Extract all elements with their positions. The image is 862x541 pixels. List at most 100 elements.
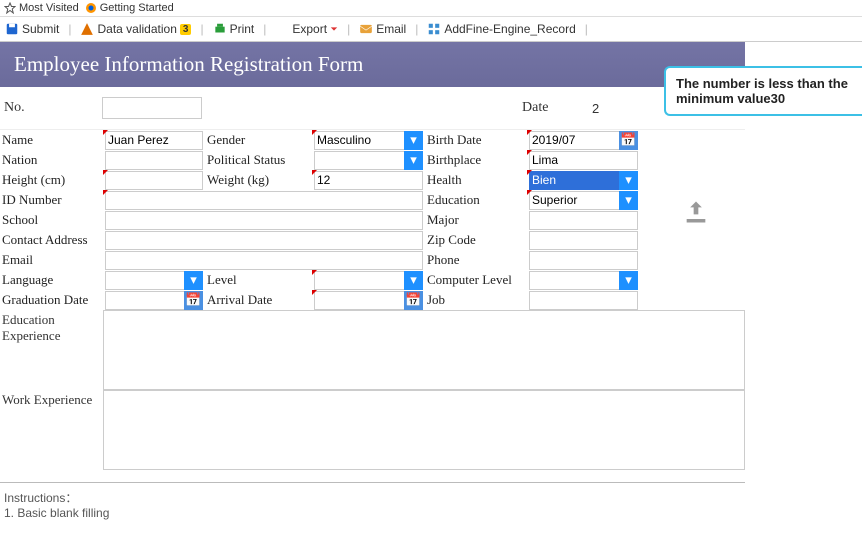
nation-input[interactable] [105,151,203,170]
toolbar-label: Email [376,22,406,36]
name-input[interactable] [105,131,203,150]
no-label: No. [4,100,102,116]
form-grid: Name Gender ▾ Birth Date 📅 Nation Politi… [0,130,745,310]
birthplace-label: Birthplace [425,150,527,170]
separator: | [411,22,422,36]
school-input[interactable] [105,211,423,230]
education-experience-label: Education Experience [0,310,103,390]
education-experience-row: Education Experience [0,310,745,390]
export-button[interactable]: Export [272,21,341,37]
birthdate-input[interactable] [529,131,619,150]
bookmark-most-visited[interactable]: Most Visited [4,2,79,14]
arrival-date-input[interactable] [314,291,404,310]
nation-label: Nation [0,150,103,170]
work-experience-input[interactable] [103,390,745,470]
email-input[interactable] [105,251,423,270]
toolbar-label: Print [230,22,255,36]
birthdate-label: Birth Date [425,130,527,150]
calendar-icon[interactable]: 📅 [404,291,423,310]
submit-button[interactable]: Submit [2,21,62,37]
computer-level-label: Computer Level [425,270,527,290]
height-label: Height (cm) [0,170,103,190]
export-icon [275,22,289,36]
bookmark-label: Most Visited [19,2,79,14]
language-select[interactable] [105,271,184,290]
phone-input[interactable] [529,251,638,270]
email-label: Email [0,250,103,270]
add-engine-record-button[interactable]: AddFine-Engine_Record [424,21,578,37]
gender-label: Gender [205,130,312,150]
toolbar-label: Export [292,22,327,36]
calendar-icon[interactable]: 📅 [184,291,203,310]
app-toolbar: Submit | Data validation 3 | Print | Exp… [0,17,862,42]
idnumber-input[interactable] [105,191,423,210]
print-icon [213,22,227,36]
star-icon [4,2,16,14]
email-button[interactable]: Email [356,21,409,37]
name-label: Name [0,130,103,150]
form-title: Employee Information Registration Form [0,42,745,87]
chevron-down-icon[interactable]: ▾ [619,191,638,210]
chevron-down-icon[interactable]: ▾ [404,271,423,290]
toolbar-label: Submit [22,22,59,36]
calendar-icon[interactable]: 📅 [619,131,638,150]
instructions-panel: Instructions： 1. Basic blank filling [0,482,745,522]
weight-input[interactable] [314,171,423,190]
major-input[interactable] [529,211,638,230]
zipcode-input[interactable] [529,231,638,250]
political-label: Political Status [205,150,312,170]
birthplace-input[interactable] [529,151,638,170]
chevron-down-icon[interactable]: ▾ [404,151,423,170]
separator: | [196,22,207,36]
grid-icon [427,22,441,36]
job-label: Job [425,290,527,310]
language-label: Language [0,270,103,290]
validation-tooltip: The number is less than the minimum valu… [664,66,862,116]
major-label: Major [425,210,527,230]
no-input[interactable] [102,97,202,119]
bookmark-label: Getting Started [100,2,174,14]
chevron-down-icon[interactable]: ▾ [184,271,203,290]
date-label: Date [522,100,592,116]
chevron-down-icon[interactable]: ▾ [404,131,423,150]
separator: | [581,22,592,36]
school-label: School [0,210,103,230]
contact-address-input[interactable] [105,231,423,250]
arrival-date-label: Arrival Date [205,290,312,310]
education-experience-input[interactable] [103,310,745,390]
warning-icon [80,22,94,36]
dropdown-arrow-icon [330,25,338,33]
upload-icon [680,198,712,226]
work-experience-label: Work Experience [0,390,103,470]
phone-label: Phone [425,250,527,270]
work-experience-row: Work Experience [0,390,745,470]
gender-select[interactable] [314,131,404,150]
height-input[interactable] [105,171,203,190]
chevron-down-icon[interactable]: ▾ [619,171,638,190]
date-value: 2 [592,101,612,116]
education-select[interactable] [529,191,619,210]
political-select[interactable] [314,151,404,170]
health-select[interactable] [529,171,619,190]
graduation-date-label: Graduation Date [0,290,103,310]
bookmark-getting-started[interactable]: Getting Started [85,2,174,14]
form-container: Employee Information Registration Form N… [0,42,745,470]
no-date-row: No. Date 2 [0,87,745,130]
chevron-down-icon[interactable]: ▾ [619,271,638,290]
job-input[interactable] [529,291,638,310]
upload-button[interactable] [680,198,712,229]
bookmarks-bar: Most Visited Getting Started [0,0,862,17]
idnumber-label: ID Number [0,190,103,210]
weight-label: Weight (kg) [205,170,312,190]
print-button[interactable]: Print [210,21,258,37]
separator: | [343,22,354,36]
level-select[interactable] [314,271,404,290]
instructions-header: Instructions： [4,489,741,506]
separator: | [259,22,270,36]
data-validation-button[interactable]: Data validation 3 [77,21,194,37]
level-label: Level [205,270,312,290]
toolbar-label: Data validation [97,22,176,36]
email-icon [359,22,373,36]
graduation-date-input[interactable] [105,291,184,310]
computer-level-select[interactable] [529,271,619,290]
